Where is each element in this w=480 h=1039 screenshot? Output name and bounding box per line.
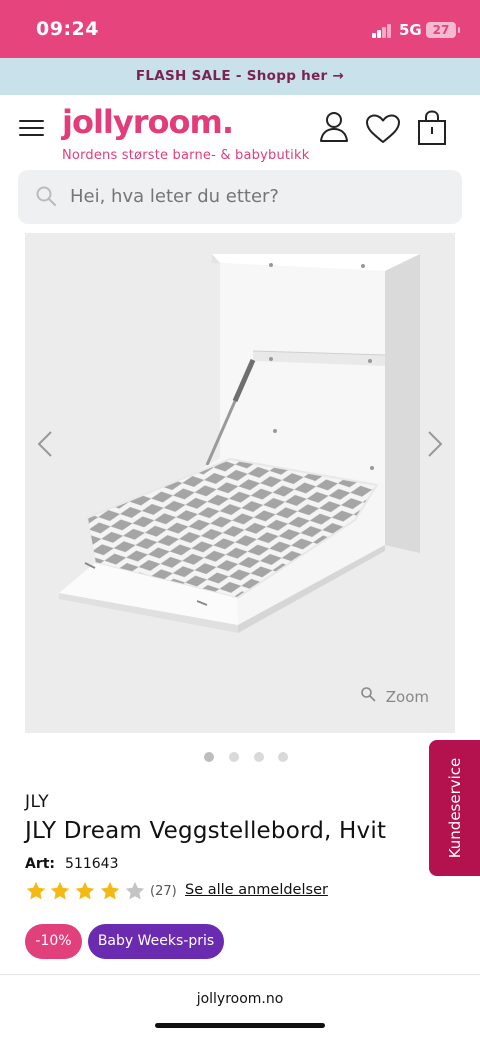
article-value: 511643	[65, 856, 119, 872]
star-filled-icon	[100, 881, 120, 900]
wishlist-heart-icon[interactable]	[365, 114, 401, 144]
product-image-gallery[interactable]: Zoom	[25, 233, 455, 733]
gallery-next-arrow[interactable]	[427, 430, 443, 458]
star-empty-icon	[125, 881, 145, 900]
status-bar: 09:24 5G 27	[0, 0, 480, 58]
product-title: JLY Dream Veggstellebord, Hvit	[25, 818, 387, 844]
zoom-button[interactable]: Zoom	[360, 687, 429, 706]
review-count: (27)	[150, 884, 177, 899]
browser-url-bar[interactable]: jollyroom.no	[0, 975, 480, 1039]
logo[interactable]: jollyroom.	[62, 103, 234, 141]
star-filled-icon	[75, 881, 95, 900]
product-image[interactable]	[25, 233, 455, 733]
tagline: Nordens største barne- & babybutikk	[62, 148, 310, 163]
discount-badge: -10%	[25, 924, 82, 959]
search-input[interactable]	[70, 170, 450, 224]
zoom-label: Zoom	[385, 688, 429, 706]
gallery-dot-4[interactable]	[278, 752, 288, 762]
gallery-pagination	[0, 750, 480, 764]
product-brand[interactable]: JLY	[25, 792, 49, 812]
see-all-reviews-link[interactable]: Se alle anmeldelser	[185, 882, 328, 898]
battery-icon: 27	[426, 22, 460, 38]
url-text: jollyroom.no	[196, 991, 284, 1007]
article-label: Art:	[25, 856, 56, 872]
article-number: Art: 511643	[25, 856, 118, 872]
shopping-bag-icon[interactable]	[417, 110, 447, 146]
network-type: 5G	[399, 21, 422, 39]
gallery-dot-2[interactable]	[229, 752, 239, 762]
customer-service-label: Kundeservice	[445, 757, 464, 859]
account-icon[interactable]	[319, 111, 349, 143]
flash-sale-banner[interactable]: FLASH SALE - Shopp her →	[0, 58, 480, 95]
menu-icon[interactable]	[19, 118, 45, 138]
campaign-badge: Baby Weeks-pris	[88, 924, 224, 959]
gallery-dot-3[interactable]	[254, 752, 264, 762]
gallery-prev-arrow[interactable]	[37, 430, 53, 458]
customer-service-tab[interactable]: Kundeservice	[429, 740, 480, 876]
zoom-icon	[360, 687, 376, 702]
search-icon	[36, 186, 56, 206]
gallery-dot-1[interactable]	[204, 752, 214, 762]
site-header: jollyroom. Nordens største barne- & baby…	[0, 95, 480, 170]
status-time: 09:24	[36, 18, 99, 40]
star-filled-icon	[26, 881, 46, 900]
star-filled-icon	[50, 881, 70, 900]
search-bar	[18, 170, 462, 224]
signal-icon	[372, 24, 392, 38]
home-indicator[interactable]	[155, 1023, 325, 1028]
